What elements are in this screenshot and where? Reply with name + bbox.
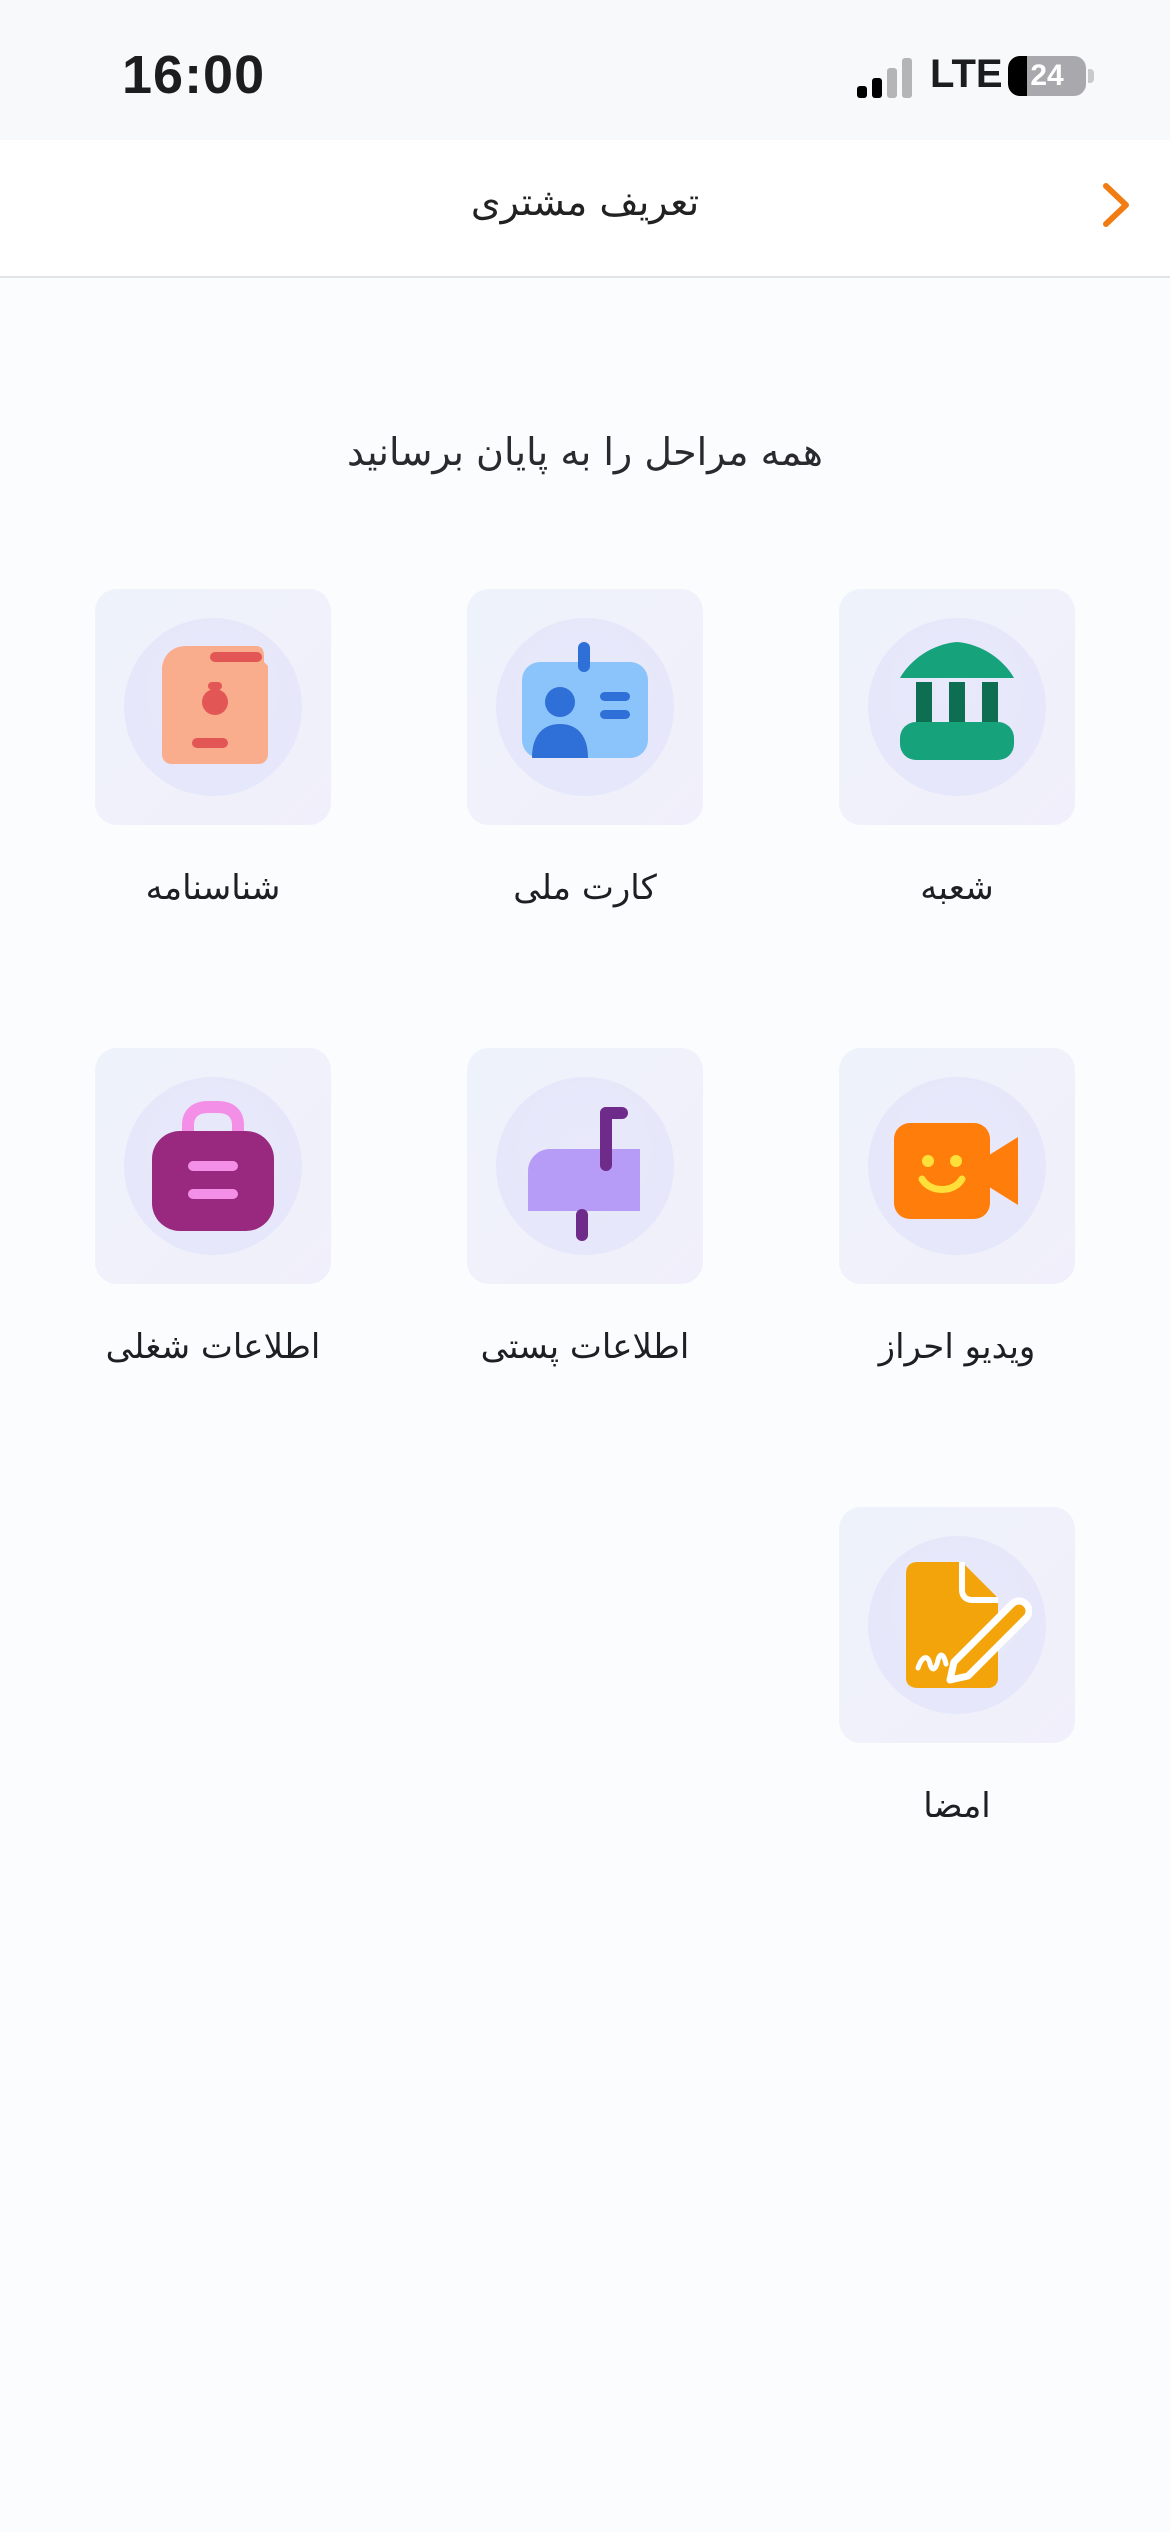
step-tile-video-auth[interactable] (839, 1048, 1075, 1284)
step-tile-signature[interactable] (839, 1507, 1075, 1743)
step-tile-branch[interactable] (839, 589, 1075, 825)
step-tile-national-card[interactable] (467, 589, 703, 825)
birth-certificate-icon (162, 646, 268, 764)
step-label-signature: امضا (923, 1786, 991, 1826)
step-label-branch: شعبه (920, 868, 994, 908)
mailbox-icon (528, 1107, 640, 1241)
step-label-postal-info: اطلاعات پستی (480, 1327, 690, 1367)
steps-grid: شعبه کارت ملی شناسنامه ویدیو احراز اطلاع… (0, 0, 1170, 2532)
step-tile-postal-info[interactable] (467, 1048, 703, 1284)
step-label-job-info: اطلاعات شغلی (105, 1327, 321, 1367)
step-label-national-card: کارت ملی (513, 868, 657, 908)
briefcase-icon (152, 1101, 274, 1231)
video-camera-icon (894, 1123, 1018, 1219)
bank-icon (900, 642, 1014, 760)
step-label-video-auth: ویدیو احراز (878, 1327, 1036, 1367)
step-tile-birth-certificate[interactable] (95, 589, 331, 825)
step-label-birth-certificate: شناسنامه (145, 868, 281, 908)
id-card-icon (522, 642, 648, 758)
step-tile-job-info[interactable] (95, 1048, 331, 1284)
signature-document-icon (906, 1562, 1032, 1688)
